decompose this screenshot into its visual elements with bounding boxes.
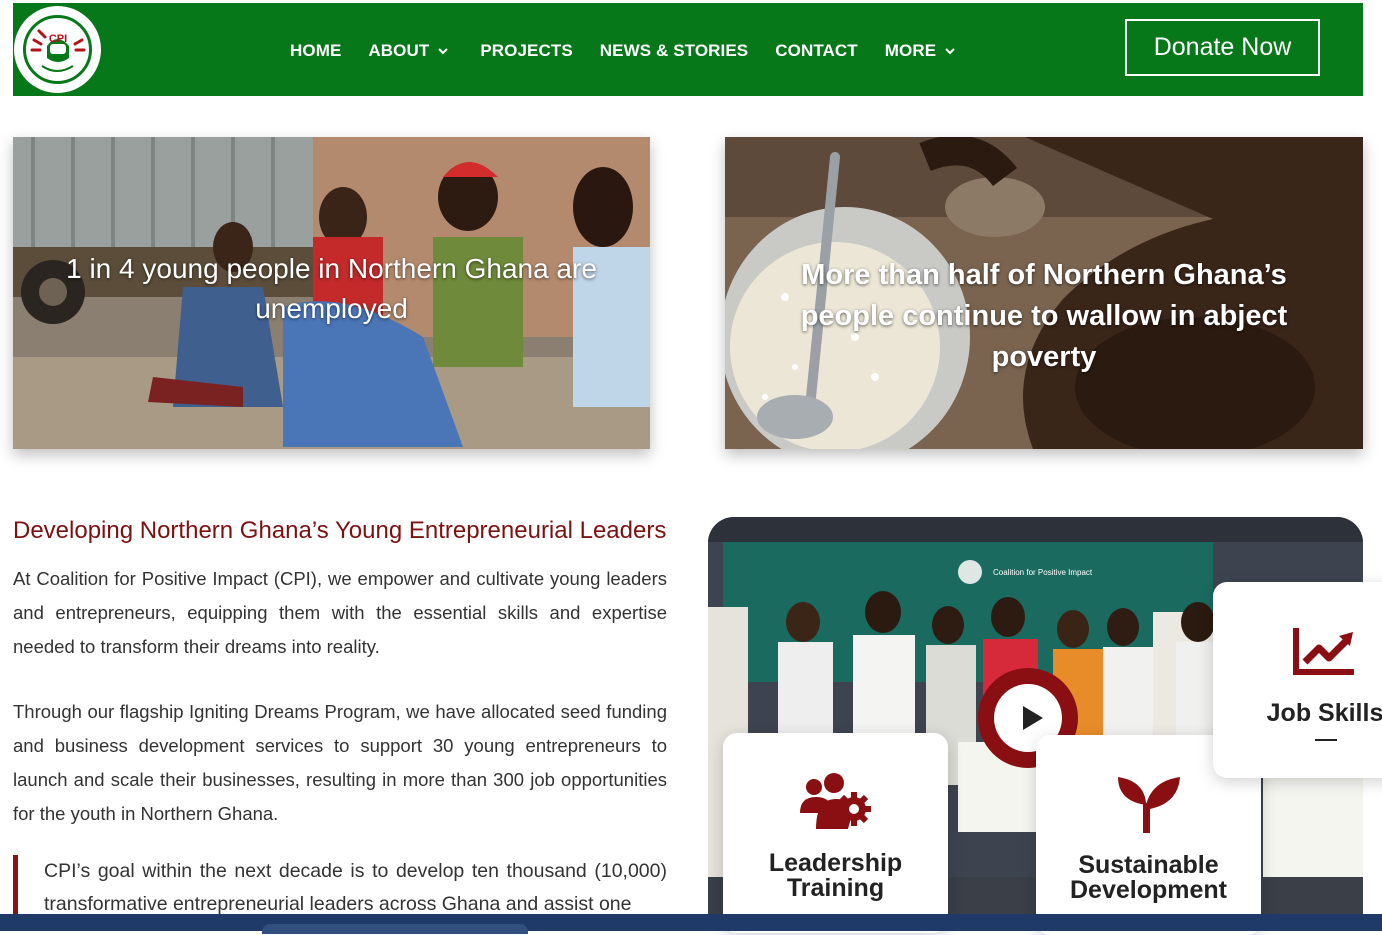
nav-contact[interactable]: CONTACT: [775, 41, 858, 61]
feature-label-sustainable-line1: Sustainable: [1078, 851, 1219, 879]
hero-text-unemployment: 1 in 4 young people in Northern Ghana ar…: [66, 253, 597, 324]
play-icon: [1023, 706, 1043, 730]
section-heading: Developing Northern Ghana’s Young Entrep…: [13, 517, 667, 544]
cpi-logo[interactable]: CPI: [14, 6, 101, 93]
feature-label-leadership-line1: Leadership: [768, 849, 903, 877]
feature-card-job-skills[interactable]: Job Skills: [1213, 582, 1382, 778]
nav-about-label: ABOUT: [368, 41, 430, 60]
nav-about[interactable]: ABOUT: [368, 41, 449, 61]
nav-projects-label: PROJECTS: [480, 41, 573, 60]
nav-projects[interactable]: PROJECTS: [480, 41, 572, 61]
feature-label-leadership-line2: Training: [786, 874, 885, 902]
chevron-down-icon: [438, 48, 449, 55]
nav-more[interactable]: MORE: [885, 41, 956, 61]
intro-paragraph-1: At Coalition for Positive Impact (CPI), …: [13, 568, 667, 657]
logo-text: CPI: [49, 33, 67, 45]
nav-more-label: MORE: [884, 41, 937, 60]
hero-card-unemployment[interactable]: 1 in 4 young people in Northern Ghana ar…: [13, 137, 650, 449]
chevron-down-icon: [945, 48, 955, 55]
nav-news-stories[interactable]: NEWS & STORIES: [600, 41, 748, 61]
donate-button[interactable]: Donate Now: [1125, 19, 1320, 76]
feature-label-job-skills: Job Skills: [1266, 699, 1382, 727]
os-taskbar: [0, 914, 1382, 931]
feature-underline: [1315, 739, 1337, 741]
feature-card-leadership[interactable]: Leadership Training: [723, 733, 948, 933]
nav-contact-label: CONTACT: [775, 41, 858, 60]
users-gear-icon: [800, 773, 871, 829]
feature-label-sustainable-line2: Development: [1070, 876, 1227, 904]
hero-card-poverty[interactable]: More than half of Northern Ghana’s peopl…: [725, 137, 1363, 449]
intro-paragraph-2: Through our flagship Igniting Dreams Pro…: [13, 701, 667, 824]
main-menu: HOME ABOUT PROJECTS NEWS & STORIES CONTA…: [290, 37, 983, 65]
taskbar-search-box[interactable]: [262, 924, 528, 934]
nav-news-label: NEWS & STORIES: [599, 41, 749, 60]
site-header: CPI HOME ABOUT PROJECTS NEWS & STORIES C…: [13, 3, 1363, 96]
sprout-icon: [1118, 777, 1180, 833]
hero-text-poverty: More than half of Northern Ghana’s peopl…: [800, 259, 1288, 373]
nav-home[interactable]: HOME: [290, 41, 341, 61]
trend-chart-icon: [1293, 628, 1354, 675]
nav-home-label: HOME: [290, 41, 342, 60]
video-banner-text: Coalition for Positive Impact: [993, 568, 1093, 577]
